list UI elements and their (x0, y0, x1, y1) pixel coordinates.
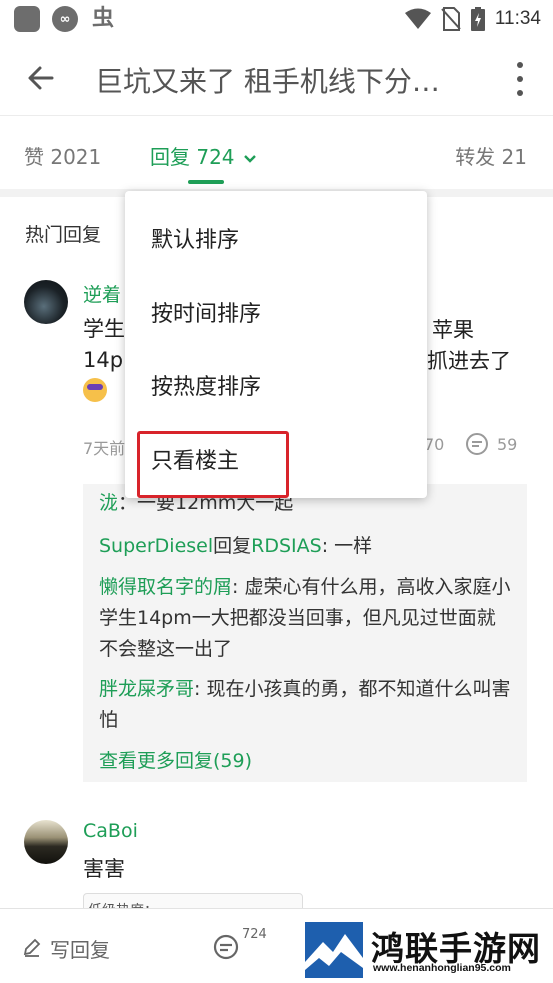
sub-reply-username[interactable]: 泷 (99, 492, 118, 514)
page-title: 巨坑又来了 租手机线下分… (95, 65, 440, 98)
comment-text-tail: 苹果 (432, 318, 474, 342)
sub-reply-connector: 回复 (213, 535, 252, 557)
status-bar-left-icons: ∞ 虫 (14, 6, 116, 32)
sub-reply-text: : 一样 (321, 535, 373, 557)
wifi-icon (404, 8, 431, 29)
avatar[interactable] (24, 820, 68, 864)
tab-replies-label: 回复 724 (150, 145, 235, 169)
comment-bubble-icon[interactable] (212, 933, 240, 961)
sub-reply-username[interactable]: SuperDiesel (99, 535, 213, 557)
avatar[interactable] (24, 280, 68, 324)
tab-likes[interactable]: 赞 2021 (24, 141, 101, 170)
status-time: 11:34 (494, 8, 541, 29)
status-bar-right-icons: 11:34 (404, 6, 541, 32)
app-header: 巨坑又来了 租手机线下分… (0, 40, 553, 116)
comment-username[interactable]: 逆着 (83, 280, 121, 307)
sub-reply[interactable]: SuperDiesel回复RDSIAS: 一样 (99, 531, 511, 562)
active-tab-indicator (188, 180, 224, 184)
comment-time: 7天前 (83, 439, 126, 458)
sub-replies-box: 泷：一要12mm大一起 SuperDiesel回复RDSIAS: 一样 懒得取名… (83, 484, 527, 782)
sub-reply-target[interactable]: RDSIAS (251, 535, 322, 557)
chevron-down-icon (244, 155, 256, 163)
comment-count-badge: 724 (242, 927, 267, 942)
watermark-logo (305, 922, 363, 978)
sub-reply-username[interactable]: 胖龙屎矛哥 (99, 678, 194, 700)
status-bar: ∞ 虫 11:34 (0, 0, 553, 40)
tab-replies[interactable]: 回复 724 (150, 141, 257, 170)
see-more-replies-link[interactable]: 查看更多回复(59) (99, 746, 252, 773)
bug-icon: 虫 (91, 6, 114, 31)
no-sim-icon (441, 7, 461, 31)
sub-reply[interactable]: 懒得取名字的屑: 虚荣心有什么用，高收入家庭小学生14pm一大把都没当回事，但凡… (99, 572, 511, 665)
link-circle-icon: ∞ (52, 6, 78, 32)
more-dot-icon (517, 90, 523, 96)
back-arrow-icon (28, 66, 54, 90)
tab-reposts[interactable]: 转发 21 (455, 141, 527, 170)
comment-bubble-icon[interactable] (465, 432, 489, 456)
menu-item-sort-by-popularity[interactable]: 按热度排序 (125, 352, 427, 424)
mountain-logo-icon (305, 934, 363, 978)
app-square-icon (14, 6, 40, 32)
write-reply-button[interactable]: 写回复 (50, 934, 110, 963)
menu-item-default-sort[interactable]: 默认排序 (125, 205, 427, 277)
comment-username[interactable]: CaBoi (83, 820, 138, 842)
section-title: 热门回复 (25, 224, 102, 246)
tab-bar: 赞 2021 回复 724 转发 21 (0, 117, 553, 189)
comment-text-tail: 抓进去了 (427, 349, 511, 373)
battery-charging-icon (470, 7, 485, 31)
more-dot-icon (517, 76, 523, 82)
more-dot-icon (517, 62, 523, 68)
more-options-button[interactable] (513, 62, 527, 96)
watermark-url: www.henanhonglian95.com (373, 962, 511, 974)
back-button[interactable] (22, 58, 62, 98)
sort-dropdown-menu: 默认排序 按时间排序 按热度排序 只看楼主 (125, 191, 427, 498)
comment-text: 害害 (83, 857, 125, 881)
menu-item-sort-by-time[interactable]: 按时间排序 (125, 279, 427, 351)
emoji-icon (83, 378, 107, 402)
comment-like-count[interactable]: 70 (424, 435, 444, 454)
pencil-icon (23, 938, 41, 957)
watermark: 鸿联手游网 www.henanhonglian95.com (305, 922, 549, 978)
menu-item-op-only[interactable]: 只看楼主 (125, 426, 427, 498)
comment-reply-count: 59 (497, 435, 518, 454)
sub-reply[interactable]: 胖龙屎矛哥: 现在小孩真的勇，都不知道什么叫害怕 (99, 674, 511, 736)
sub-reply-username[interactable]: 懒得取名字的屑 (99, 576, 232, 598)
